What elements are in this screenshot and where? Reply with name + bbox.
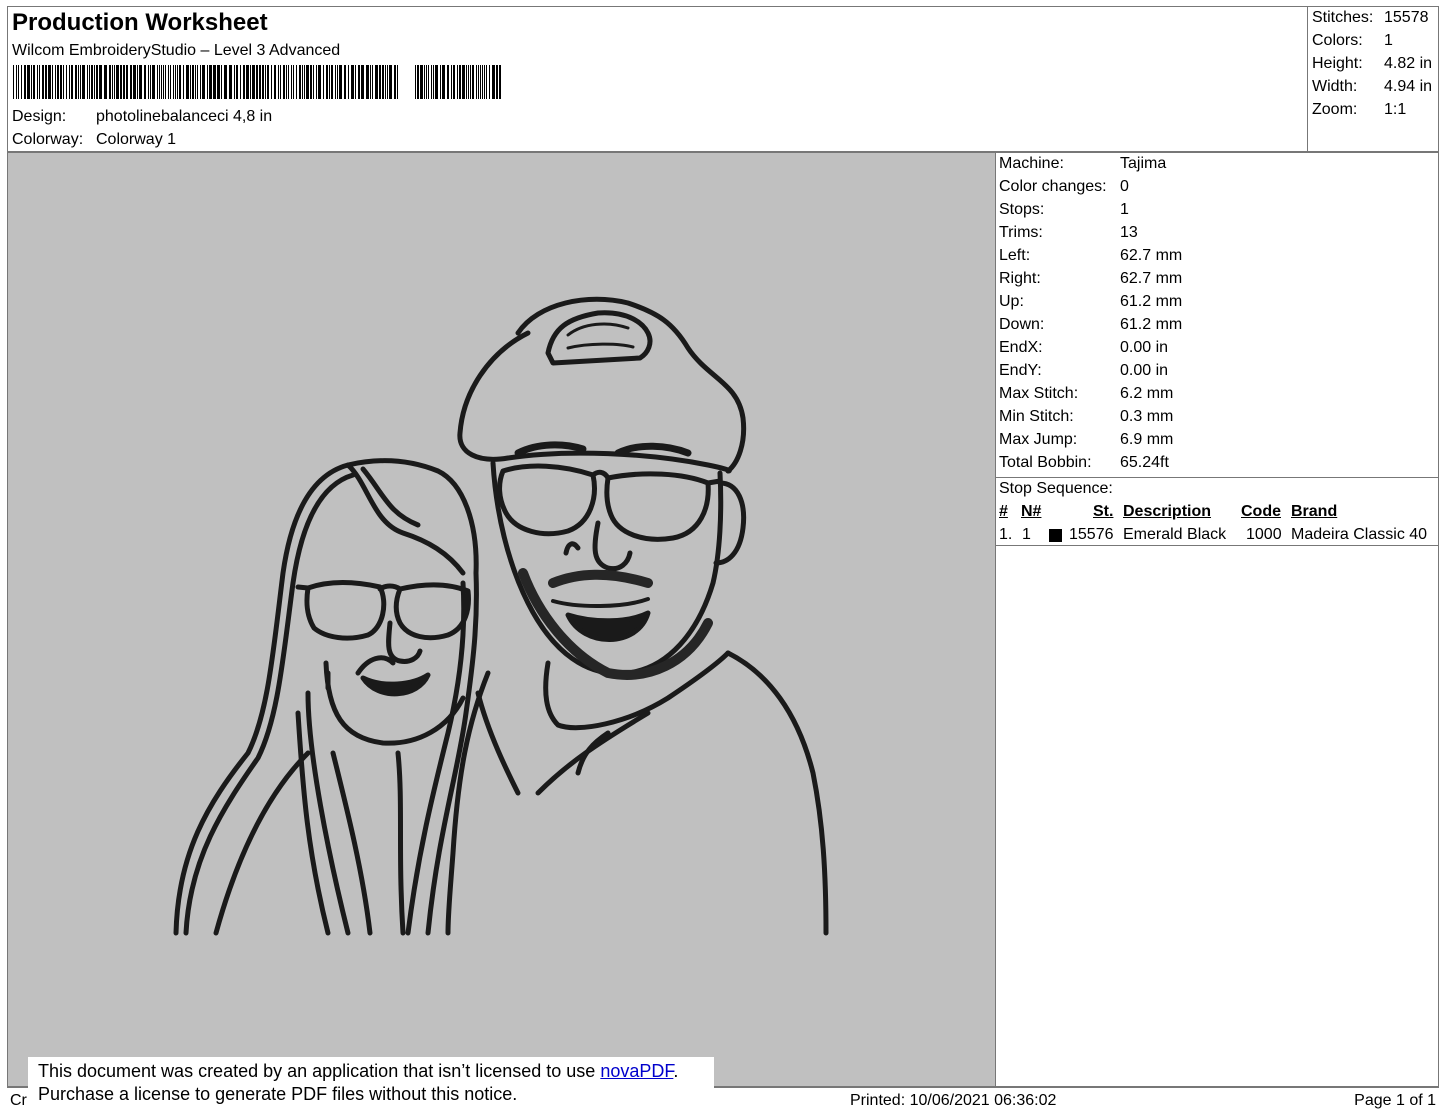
stat-zoom: Zoom: 1:1 bbox=[1312, 101, 1407, 118]
info-endy: EndY: 0.00 in bbox=[999, 362, 1169, 379]
design-value: photolinebalanceci 4,8 in bbox=[96, 108, 273, 125]
col-num: # bbox=[999, 503, 1008, 520]
table-row: 1. 1 15576 Emerald Black 1000 Madeira Cl… bbox=[999, 526, 1428, 543]
design-preview bbox=[7, 152, 996, 1087]
stat-colors: Colors: 1 bbox=[1312, 32, 1393, 49]
printed-timestamp: Printed: 10/06/2021 06:36:02 bbox=[850, 1092, 1057, 1109]
production-worksheet: Production Worksheet Wilcom EmbroiderySt… bbox=[7, 6, 1439, 1111]
info-total-bobbin: Total Bobbin: 65.24ft bbox=[999, 454, 1169, 471]
colorway-row: Colorway: Colorway 1 bbox=[12, 131, 176, 149]
colorway-label: Colorway: bbox=[12, 131, 84, 148]
info-stops: Stops: 1 bbox=[999, 201, 1129, 218]
stat-stitches: Stitches: 15578 bbox=[1312, 9, 1429, 26]
info-up: Up: 61.2 mm bbox=[999, 293, 1183, 310]
embroidery-portrait-image bbox=[173, 296, 829, 936]
col-stitches: St. bbox=[1093, 503, 1114, 520]
info-max-stitch: Max Stitch: 6.2 mm bbox=[999, 385, 1174, 402]
info-color-changes: Color changes: 0 bbox=[999, 178, 1129, 195]
notice-line-1: This document was created by an applicat… bbox=[38, 1061, 679, 1081]
design-stats: Stitches: 15578 Colors: 1 Height: 4.82 in W… bbox=[1307, 6, 1439, 152]
notice-line-2: Purchase a license to generate PDF files… bbox=[38, 1084, 518, 1104]
barcode-image bbox=[13, 65, 501, 99]
info-endx: EndX: 0.00 in bbox=[999, 339, 1169, 356]
created-text: Cr bbox=[10, 1092, 27, 1109]
col-needle: N# bbox=[1021, 503, 1042, 520]
info-max-jump: Max Jump: 6.9 mm bbox=[999, 431, 1174, 448]
info-machine: Machine: Tajima bbox=[999, 155, 1167, 172]
stat-height: Height: 4.82 in bbox=[1312, 55, 1433, 72]
novapdf-link[interactable]: novaPDF bbox=[600, 1061, 673, 1081]
col-code: Code bbox=[1241, 503, 1281, 520]
info-trims: Trims: 13 bbox=[999, 224, 1138, 241]
design-label: Design: bbox=[12, 108, 67, 125]
col-description: Description bbox=[1123, 503, 1212, 520]
stat-width: Width: 4.94 in bbox=[1312, 78, 1433, 95]
page-number: Page 1 of 1 bbox=[1354, 1092, 1436, 1109]
colorway-value: Colorway 1 bbox=[96, 131, 177, 148]
worksheet-title: Production Worksheet bbox=[12, 9, 268, 36]
info-down: Down: 61.2 mm bbox=[999, 316, 1183, 333]
thread-color-swatch bbox=[1049, 529, 1062, 542]
info-min-stitch: Min Stitch: 0.3 mm bbox=[999, 408, 1174, 425]
info-left: Left: 62.7 mm bbox=[999, 247, 1183, 264]
stop-sequence-table: Stop Sequence: # N# St. Description Code… bbox=[996, 477, 1439, 546]
machine-info-panel: Machine: Tajima Color changes: 0 Stops: 1 T… bbox=[996, 152, 1439, 1087]
design-row: Design: photolinebalanceci 4,8 in bbox=[12, 108, 272, 126]
stop-sequence-label: Stop Sequence: bbox=[999, 480, 1113, 497]
software-name: Wilcom EmbroideryStudio – Level 3 Advanc… bbox=[12, 42, 341, 59]
worksheet-header: Production Worksheet Wilcom EmbroiderySt… bbox=[7, 6, 1307, 152]
info-right: Right: 62.7 mm bbox=[999, 270, 1183, 287]
stop-sequence-header: # N# St. Description Code Brand bbox=[999, 503, 1439, 523]
license-notice: This document was created by an applicat… bbox=[28, 1057, 714, 1111]
col-brand: Brand bbox=[1291, 503, 1338, 520]
